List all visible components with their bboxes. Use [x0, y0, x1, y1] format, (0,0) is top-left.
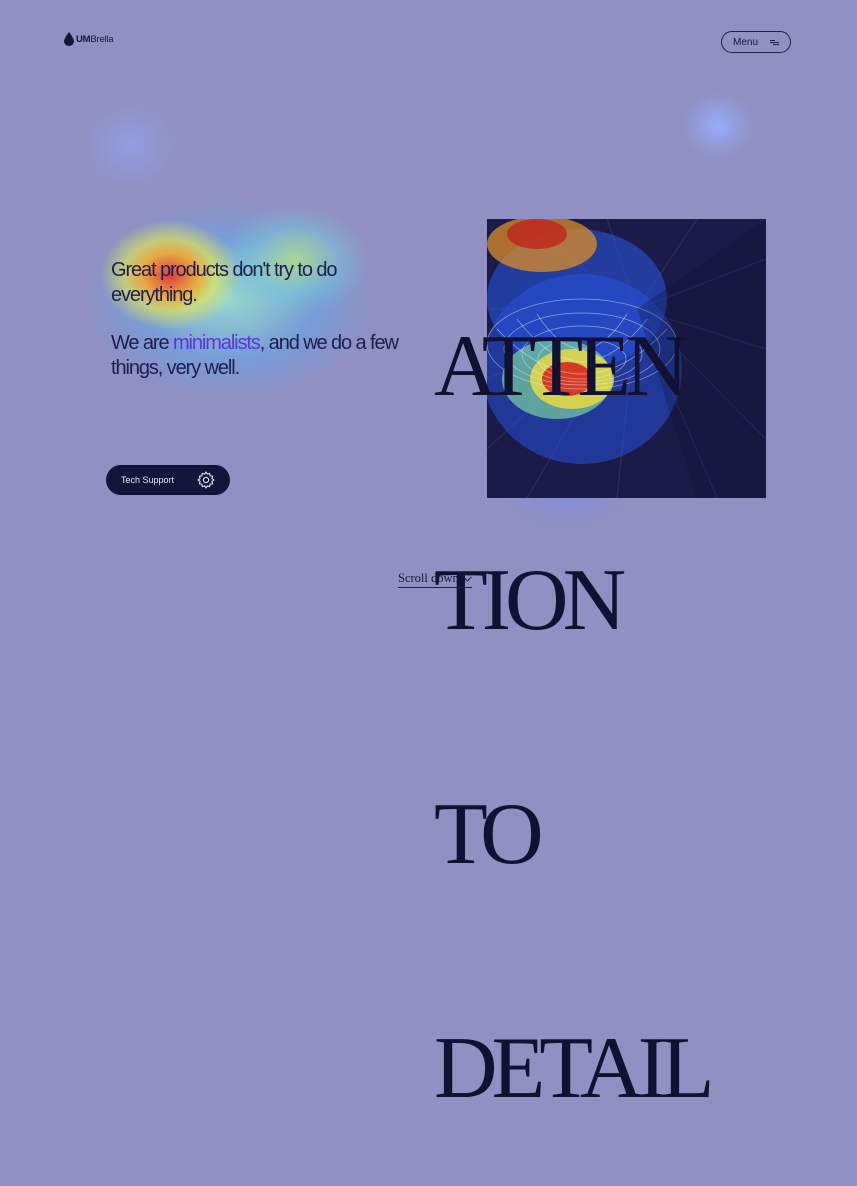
- hero-copy: Great products don't try to do everythin…: [111, 258, 401, 381]
- chevron-down-icon: [462, 575, 472, 582]
- hero-line-1: Great products don't try to do everythin…: [111, 259, 338, 306]
- heatmap-blob: [682, 92, 754, 160]
- scroll-down-label: Scroll down: [398, 571, 459, 585]
- title-line-1: ATTEN: [434, 318, 689, 415]
- menu-lines-icon: [770, 39, 779, 46]
- drop-logo-icon: [64, 32, 74, 46]
- menu-button[interactable]: Menu: [721, 31, 791, 53]
- title-line-3: TO: [434, 786, 544, 883]
- title-line-4: DETAIL: [434, 1020, 715, 1117]
- brand-name: UMBrella: [76, 33, 114, 45]
- menu-label: Menu: [733, 36, 759, 48]
- scroll-down-link[interactable]: Scroll down: [398, 571, 472, 588]
- hero-line-2: We are minimalists, and we do a few thin…: [111, 332, 399, 379]
- tech-support-button[interactable]: Tech Support: [106, 465, 230, 495]
- page-title: ATTEN TION TO DETAIL: [434, 172, 715, 1186]
- accent-word: minimalists: [172, 332, 261, 354]
- brand-logo[interactable]: UMBrella: [64, 32, 114, 46]
- title-line-2: TION: [434, 552, 626, 649]
- tech-support-label: Tech Support: [121, 475, 175, 485]
- gear-icon: [197, 471, 215, 489]
- heatmap-blob: [80, 100, 180, 190]
